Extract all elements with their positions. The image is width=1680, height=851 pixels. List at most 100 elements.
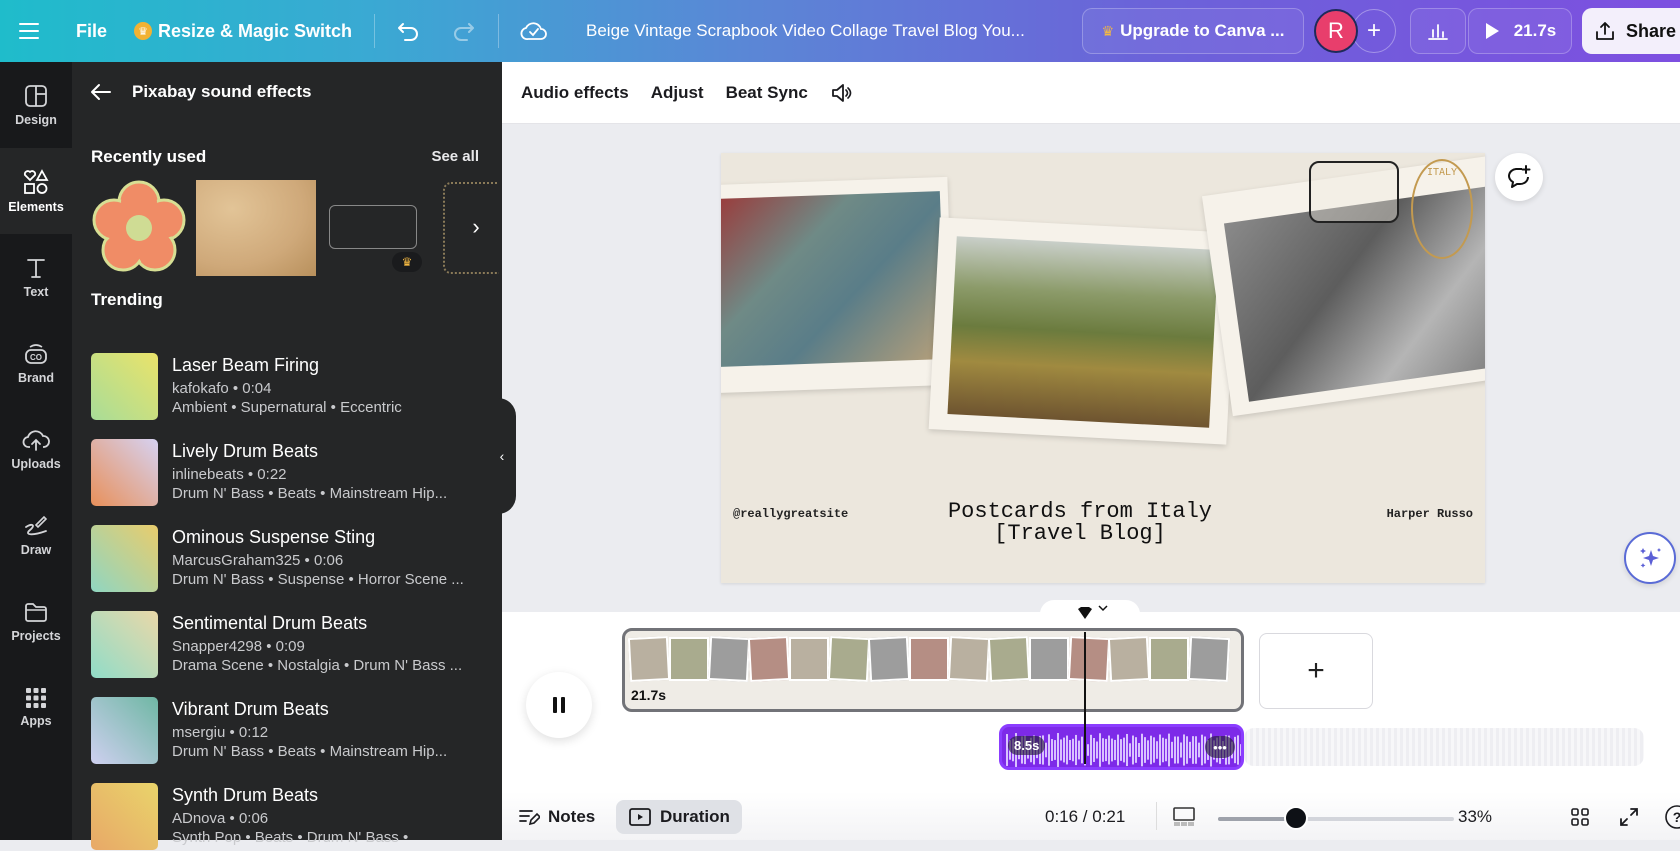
canvas-author-text[interactable]: Harper Russo	[1387, 507, 1473, 521]
track-title: Vibrant Drum Beats	[172, 699, 329, 719]
audio-clip[interactable]: 8.5s •••	[999, 724, 1244, 770]
rail-item-draw[interactable]: Draw	[0, 492, 72, 578]
present-button[interactable]: 21.7s	[1468, 8, 1572, 54]
rail-label: Brand	[17, 371, 55, 385]
waveform-bar	[1123, 737, 1125, 763]
photo-desk[interactable]	[721, 176, 955, 394]
clip-frame-thumbnail	[1029, 637, 1069, 681]
upgrade-label: Upgrade to Canva ...	[1120, 21, 1285, 40]
audio-duration-label: 8.5s	[1008, 736, 1046, 755]
track-list-item[interactable]: Ominous Suspense Sting MarcusGraham325 • …	[91, 525, 471, 593]
top-bar: File ♛ Resize & Magic Switch Beige Vinta…	[0, 0, 1680, 62]
photo-vineyard[interactable]	[928, 217, 1238, 445]
track-list-item[interactable]: Laser Beam Firing kafokafo • 0:04 Ambient …	[91, 353, 471, 421]
main-menu-button[interactable]	[18, 0, 40, 62]
see-all-link[interactable]: See all	[431, 148, 479, 165]
duration-button[interactable]: Duration	[616, 800, 742, 834]
waveform-bar	[1105, 738, 1107, 762]
carousel-next-button[interactable]: ›	[461, 212, 491, 242]
clip-frame-thumbnail	[909, 637, 949, 681]
rail-item-design[interactable]: Design	[0, 62, 72, 148]
rail-item-apps[interactable]: Apps	[0, 664, 72, 750]
divider	[1156, 802, 1157, 830]
upgrade-button[interactable]: ♛ Upgrade to Canva ...	[1082, 8, 1304, 54]
save-status-button[interactable]	[520, 0, 548, 62]
rail-label: Elements	[8, 200, 64, 214]
recent-item-paper-texture[interactable]	[196, 180, 316, 276]
add-page-button[interactable]: +	[1259, 633, 1373, 709]
waveform-bar	[1093, 738, 1095, 762]
undo-icon	[398, 23, 418, 41]
divider	[498, 14, 499, 48]
file-menu[interactable]: File	[76, 0, 107, 62]
track-list-item[interactable]: Sentimental Drum Beats Snapper4298 • 0:09…	[91, 611, 471, 679]
grid-view-button[interactable]	[1570, 800, 1590, 834]
canvas-title-text[interactable]: Postcards from Italy [Travel Blog]	[921, 501, 1239, 545]
context-toolbar: Audio effects Adjust Beat Sync	[502, 62, 1680, 124]
recent-item-flower[interactable]	[91, 180, 187, 276]
track-list-item[interactable]: Vibrant Drum Beats msergiu • 0:12 Drum N' …	[91, 697, 471, 765]
zoom-slider-handle[interactable]	[1283, 806, 1308, 830]
pause-button[interactable]	[526, 672, 592, 738]
canvas-handle-text[interactable]: @reallygreatsite	[733, 507, 848, 521]
track-tags: Drum N' Bass • Suspense • Horror Scene .…	[172, 571, 464, 588]
zoom-percent[interactable]: 33%	[1458, 800, 1492, 834]
page-view-toggle[interactable]	[1172, 800, 1196, 834]
italy-stamp: ITALY	[1411, 159, 1473, 259]
playhead[interactable]	[1084, 632, 1086, 764]
rail-item-uploads[interactable]: Uploads	[0, 406, 72, 492]
redo-button[interactable]	[452, 0, 476, 62]
add-collaborator-button[interactable]: +	[1352, 9, 1396, 53]
clip-frame-thumbnail	[707, 635, 751, 683]
rail-label: Apps	[20, 714, 52, 728]
undo-button[interactable]	[396, 0, 420, 62]
waveform-bar	[1111, 738, 1113, 762]
video-clip[interactable]: 21.7s	[622, 628, 1244, 712]
side-panel: Pixabay sound effects Recently used See …	[72, 62, 502, 850]
add-comment-button[interactable]	[1495, 153, 1543, 201]
adjust-button[interactable]: Adjust	[651, 83, 704, 103]
document-title[interactable]: Beige Vintage Scrapbook Video Collage Tr…	[586, 0, 1025, 62]
waveform-bar	[1102, 738, 1104, 762]
crown-icon: ♛	[1101, 22, 1115, 39]
beat-sync-button[interactable]: Beat Sync	[726, 83, 808, 103]
insights-button[interactable]	[1410, 8, 1466, 54]
help-button[interactable]: ?	[1664, 800, 1680, 834]
volume-icon[interactable]	[830, 82, 854, 104]
fullscreen-button[interactable]	[1618, 800, 1640, 834]
pen-icon	[25, 515, 48, 536]
waveform-bar	[1165, 738, 1167, 762]
recent-item-frame[interactable]	[329, 205, 417, 249]
track-list-item[interactable]: Synth Drum Beats ADnova • 0:06 Synth Pop •…	[91, 783, 471, 851]
playback-time: 0:16 / 0:21	[1045, 807, 1126, 826]
chevron-down-icon[interactable]	[1098, 604, 1108, 612]
waveform-bar	[1141, 733, 1143, 767]
desk-image	[721, 191, 946, 367]
clip-duration-label: 21.7s	[631, 687, 667, 703]
collapse-panel-button[interactable]: ‹	[488, 398, 516, 514]
track-list-item[interactable]: Lively Drum Beats inlinebeats • 0:22 Drum …	[91, 439, 471, 507]
track-tags: Synth Pop • Beats • Drum N' Bass •	[172, 829, 409, 846]
waveform-bar	[1054, 740, 1056, 760]
audio-waveform-extension	[1244, 728, 1644, 766]
notes-button[interactable]: Notes	[518, 800, 595, 834]
rail-item-brand[interactable]: CO Brand	[0, 320, 72, 406]
audio-more-button[interactable]: •••	[1205, 736, 1235, 758]
track-thumbnail	[91, 611, 158, 678]
magic-assistant-button[interactable]	[1624, 532, 1676, 584]
share-button[interactable]: Share	[1582, 8, 1680, 54]
resize-magic-switch-button[interactable]: ♛ Resize & Magic Switch	[134, 0, 352, 62]
clip-frame-thumbnail	[867, 635, 911, 683]
audio-effects-button[interactable]: Audio effects	[521, 83, 629, 103]
avatar[interactable]: R	[1314, 9, 1358, 53]
crown-icon: ♛	[134, 22, 152, 40]
back-arrow-icon[interactable]	[90, 83, 112, 101]
clip-frame-thumbnail	[747, 635, 791, 683]
track-meta: Snapper4298 • 0:09	[172, 638, 305, 655]
rail-item-projects[interactable]: Projects	[0, 578, 72, 664]
rail-item-elements[interactable]: Elements	[0, 148, 72, 234]
rail-item-text[interactable]: Text	[0, 234, 72, 320]
zoom-slider[interactable]	[1218, 806, 1454, 830]
playhead-handle-icon[interactable]	[1077, 606, 1093, 620]
design-canvas[interactable]: ITALY @reallygreatsite Postcards from It…	[721, 153, 1485, 583]
